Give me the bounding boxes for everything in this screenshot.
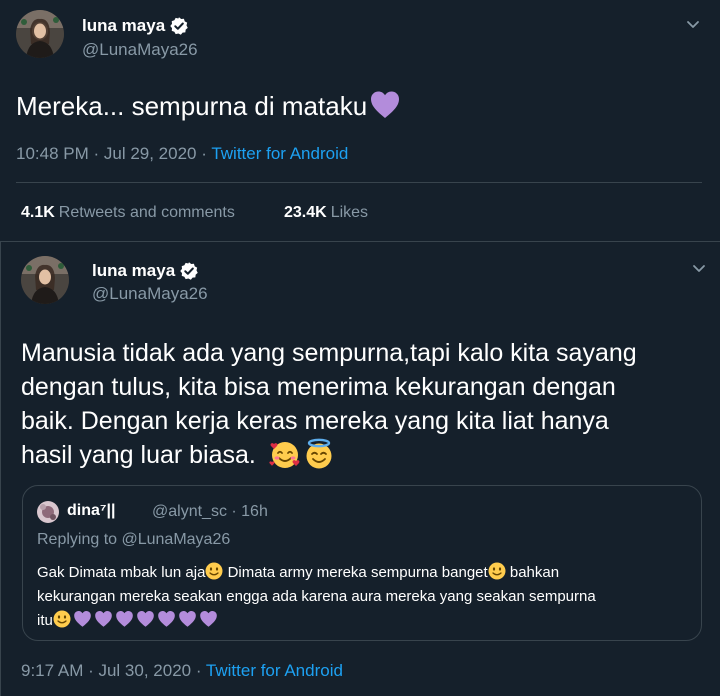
purple-heart-icon [74,610,91,627]
purple-heart-icon [116,610,133,627]
retweets-label: Retweets and comments [58,204,235,221]
tweet-timestamp[interactable]: 10:48 PM · Jul 29, 2020 · Twitter for An… [16,144,348,164]
purple-heart-icon [95,610,112,627]
retweets-count: 4.1K [21,204,55,221]
quoted-text-segment: Dimata army mereka sempurna banget [223,564,488,581]
avatar[interactable] [16,10,64,58]
display-name[interactable]: luna maya [82,16,189,36]
chevron-down-icon[interactable] [689,258,709,278]
timestamp-text[interactable]: 10:48 PM · Jul 29, 2020 · [16,144,211,163]
likes-count: 23.4K [284,204,327,221]
tweet-text-line: baik. Dengan kerja keras mereka yang kit… [21,407,609,435]
quoted-avatar[interactable] [37,501,59,523]
quoted-text-segment: itu [37,612,53,629]
tweet-text: Manusia tidak ada yang sempurna,tapi kal… [21,336,637,472]
retweets-stat[interactable]: 4.1K Retweets and comments [21,204,235,222]
tweet-text-content: Mereka... sempurna di mataku [16,91,368,121]
likes-label: Likes [330,204,369,221]
slightly-smiling-face-icon [53,610,71,628]
tweet-text-line: Manusia tidak ada yang sempurna,tapi kal… [21,339,637,367]
smiling-face-with-halo-icon [306,438,332,469]
source-link[interactable]: Twitter for Android [211,144,348,163]
tweet-timestamp[interactable]: 9:17 AM · Jul 30, 2020 · Twitter for And… [21,661,343,681]
display-name[interactable]: luna maya [92,261,199,281]
quoted-handle[interactable]: @alynt_sc · 16h [152,503,268,521]
tweet-text: Mereka... sempurna di mataku [16,88,401,124]
quoted-text: Gak Dimata mbak lun aja Dimata army mere… [37,561,692,633]
timestamp-text[interactable]: 9:17 AM · Jul 30, 2020 · [21,661,206,680]
quoted-text-line: kekurangan mereka seakan engga ada karen… [37,588,596,605]
handle[interactable]: @LunaMaya26 [82,40,198,60]
tweet-reply[interactable]: luna maya @LunaMaya26 Manusia tidak ada … [0,242,720,696]
display-name-label: luna maya [82,16,166,35]
tweet-text-line-content: hasil yang luar biasa. [21,441,256,469]
likes-stat[interactable]: 23.4K Likes [284,204,368,222]
slightly-smiling-face-icon [205,562,223,580]
purple-heart-icon [371,91,400,118]
verified-badge-icon [170,17,188,35]
purple-heart-icon [200,610,217,627]
tweet-text-line: hasil yang luar biasa. [21,438,637,472]
handle[interactable]: @LunaMaya26 [92,284,208,304]
quoted-tweet[interactable]: dina⁷|| @alynt_sc · 16h Replying to @Lun… [22,485,702,641]
purple-heart-icon [137,610,154,627]
verified-badge-icon [180,262,198,280]
purple-heart-row [71,610,218,629]
slightly-smiling-face-icon [488,562,506,580]
source-link[interactable]: Twitter for Android [206,661,343,680]
quoted-display-name[interactable]: dina⁷|| [67,502,115,520]
chevron-down-icon[interactable] [683,14,703,34]
avatar[interactable] [21,256,69,304]
quoted-text-line: itu [37,609,692,633]
quoted-text-segment: bahkan [505,564,560,581]
purple-heart-icon [158,610,175,627]
quoted-text-segment: Gak Dimata mbak lun aja [37,564,206,581]
display-name-label: luna maya [92,261,176,280]
quoted-text-line: Gak Dimata mbak lun aja Dimata army mere… [37,561,692,585]
divider [16,182,702,183]
purple-heart-icon [179,610,196,627]
tweet-text-line: dengan tulus, kita bisa menerima kekuran… [21,373,616,401]
replying-to[interactable]: Replying to @LunaMaya26 [37,531,230,549]
smiling-face-with-hearts-icon [269,442,300,468]
tweet-main[interactable]: luna maya @LunaMaya26 Mereka... sempurna… [0,0,720,242]
